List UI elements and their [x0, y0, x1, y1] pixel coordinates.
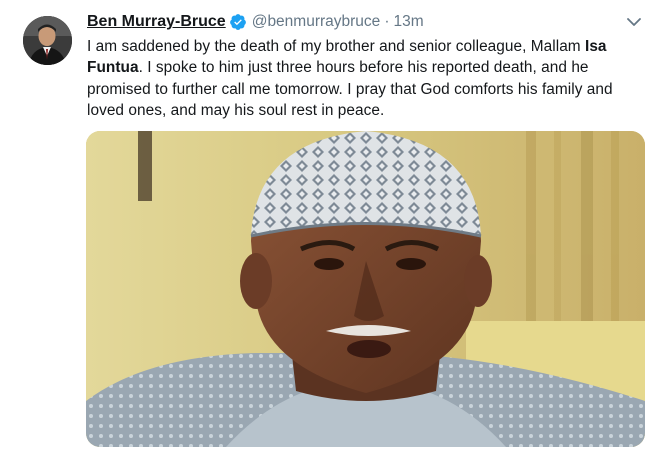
photo-portrait: [86, 131, 645, 447]
tweet-text-bold-last: Funtua: [87, 59, 139, 77]
header-separator: ·: [384, 13, 390, 30]
tweet-media-photo[interactable]: [86, 131, 645, 447]
chevron-down-icon[interactable]: [626, 14, 642, 30]
avatar-image: [23, 16, 72, 65]
tweet-text-part1: I am saddened by the death of my brother…: [87, 38, 585, 55]
author-name[interactable]: Ben Murray-Bruce: [87, 13, 226, 31]
tweet-text: I am saddened by the death of my brother…: [87, 36, 647, 121]
verified-badge-icon: [229, 13, 247, 31]
timestamp[interactable]: 13m: [393, 13, 423, 31]
tweet-header: Ben Murray-Bruce @benmurraybruce · 13m: [87, 10, 424, 34]
tweet-card[interactable]: Ben Murray-Bruce @benmurraybruce · 13m I…: [0, 0, 668, 458]
tweet-text-part2: . I spoke to him just three hours before…: [87, 59, 613, 119]
avatar[interactable]: [23, 16, 72, 65]
tweet-text-bold-first: Isa: [585, 38, 607, 55]
author-handle[interactable]: @benmurraybruce: [252, 13, 381, 31]
